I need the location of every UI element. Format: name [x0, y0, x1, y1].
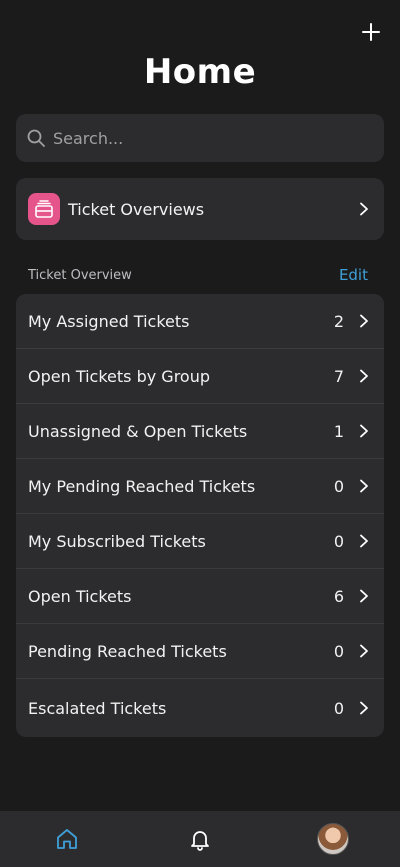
inbox-icon: [35, 200, 53, 218]
chevron-right-icon: [360, 701, 368, 715]
list-item-name: Pending Reached Tickets: [28, 641, 227, 661]
chevron-right-icon: [360, 479, 368, 493]
list-item-count: 0: [333, 476, 344, 496]
list-item-name: Unassigned & Open Tickets: [28, 421, 248, 441]
list-item-name: My Subscribed Tickets: [28, 531, 206, 551]
chevron-right-icon: [360, 424, 368, 438]
bell-icon: [191, 831, 209, 851]
search-bar[interactable]: [16, 114, 384, 162]
add-button[interactable]: [358, 19, 384, 45]
ticket-overview-list: My Assigned Tickets 2 Open Tickets by Gr…: [16, 294, 384, 737]
list-item-name: My Assigned Tickets: [28, 311, 190, 331]
list-item-count: 0: [333, 531, 344, 551]
chevron-right-icon: [360, 202, 368, 216]
list-item-name: My Pending Reached Tickets: [28, 476, 256, 496]
chevron-right-icon: [360, 644, 368, 658]
search-icon: [27, 129, 45, 147]
list-item[interactable]: Pending Reached Tickets 0: [16, 624, 384, 679]
list-item[interactable]: My Pending Reached Tickets 0: [16, 459, 384, 514]
list-item-name: Open Tickets by Group: [28, 366, 210, 386]
plus-icon: [362, 23, 380, 41]
chevron-right-icon: [360, 589, 368, 603]
list-item-count: 1: [333, 421, 344, 441]
list-item[interactable]: My Assigned Tickets 2: [16, 294, 384, 349]
tab-home[interactable]: [0, 811, 133, 867]
ticket-overviews-label: Ticket Overviews: [68, 199, 205, 219]
home-icon: [56, 829, 77, 849]
ticket-overview-section-header: Ticket Overview Edit: [16, 264, 384, 286]
chevron-right-icon: [360, 534, 368, 548]
list-item-count: 6: [333, 586, 344, 606]
list-item-count: 7: [333, 366, 344, 386]
list-item-name: Open Tickets: [28, 586, 132, 606]
list-item-count: 2: [333, 311, 344, 331]
list-item-count: 0: [333, 698, 344, 718]
chevron-right-icon: [360, 314, 368, 328]
list-item[interactable]: Escalated Tickets 0: [16, 679, 384, 737]
search-input[interactable]: [53, 128, 353, 148]
ticket-overviews-link[interactable]: Ticket Overviews: [16, 178, 384, 240]
tab-notifications[interactable]: [133, 811, 266, 867]
list-item[interactable]: Open Tickets 6: [16, 569, 384, 624]
list-item[interactable]: Unassigned & Open Tickets 1: [16, 404, 384, 459]
bottom-tab-bar: [0, 811, 400, 867]
section-caption: Ticket Overview: [28, 267, 132, 283]
edit-button[interactable]: Edit: [339, 266, 384, 284]
chevron-right-icon: [360, 369, 368, 383]
list-item-name: Escalated Tickets: [28, 698, 167, 718]
ticket-overviews-app-icon: [28, 193, 60, 225]
page-title: Home: [143, 52, 257, 92]
list-item[interactable]: Open Tickets by Group 7: [16, 349, 384, 404]
app-screen: Home Ticket Overviews Ticket Overview Ed…: [0, 0, 400, 867]
list-item[interactable]: My Subscribed Tickets 0: [16, 514, 384, 569]
tab-profile[interactable]: [267, 811, 400, 867]
list-item-count: 0: [333, 641, 344, 661]
avatar: [317, 823, 350, 855]
